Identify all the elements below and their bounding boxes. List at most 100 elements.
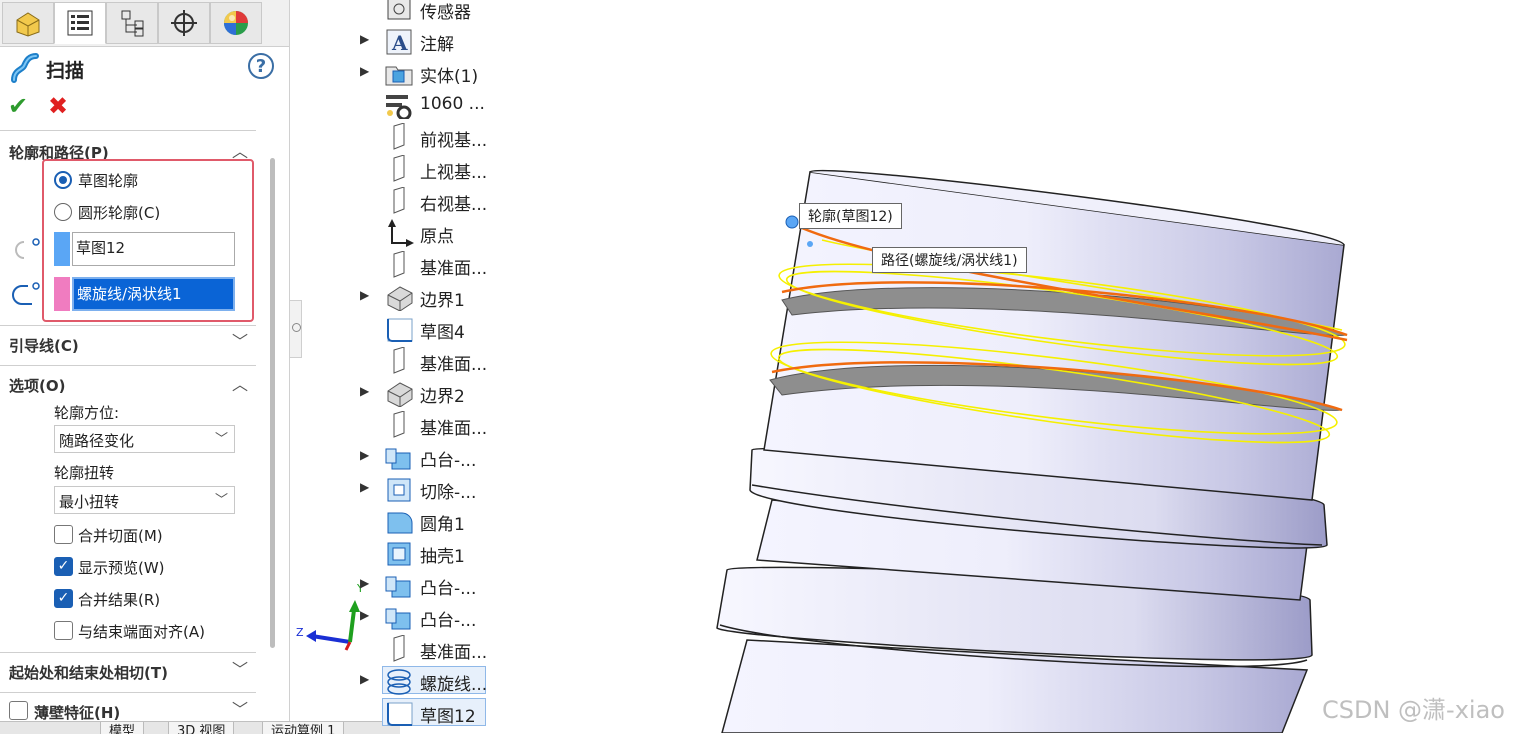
tree-item-label: 边界2 [420,387,465,407]
path-callout[interactable]: 路径(螺旋线/涡状线1) [872,247,1027,273]
expand-arrow-icon[interactable]: ▶ [360,608,369,622]
orientation-label: 轮廓方位: [54,404,120,422]
boss-extrude-icon [385,608,411,630]
twist-dropdown[interactable]: 最小扭转 ﹀ [54,486,235,514]
tree-item[interactable]: 基准面... [360,250,500,280]
tree-item[interactable]: 上视基... [360,154,500,184]
feature-manager-tab[interactable] [2,2,54,44]
plane-icon [393,635,405,662]
sketch-profile-radio[interactable] [54,171,72,189]
tree-item[interactable]: 抽壳1 [360,538,500,568]
tree-item-label: 凸台-... [420,451,477,471]
align-end-label: 与结束端面对齐(A) [78,623,205,641]
tree-item[interactable]: 1060 ... [360,90,500,120]
expand-arrow-icon[interactable]: ▶ [360,288,369,302]
tree-item[interactable]: 原点 [360,218,500,248]
orientation-dropdown[interactable]: 随路径变化 ﹀ [54,425,235,453]
tree-item[interactable]: ▶ 螺旋线... [360,666,500,696]
section-header-guide-curves[interactable]: 引导线(C) [9,335,79,356]
cut-extrude-icon [387,478,411,502]
axis-triad [306,600,360,651]
plane-icon [393,347,405,374]
expand-arrow-icon[interactable]: ▶ [360,480,369,494]
show-preview-checkbox[interactable]: ✓ [54,557,73,576]
tree-item-label: 基准面... [420,419,488,439]
expand-arrow-icon[interactable]: ▶ [360,448,369,462]
cancel-button[interactable]: ✖ [48,92,68,120]
chevron-down-icon[interactable]: ﹀ [232,696,248,720]
tree-item-label: 前视基... [420,131,488,151]
sketch-icon [387,318,413,342]
divider [0,652,256,653]
boundary-icon [387,286,413,311]
tab-model[interactable]: 模型 [100,722,145,734]
circular-profile-radio[interactable] [54,203,72,221]
solid-body-folder-icon [385,66,413,86]
chevron-down-icon[interactable]: ﹀ [232,328,248,352]
tab-3d-view[interactable]: 3D 视图 [168,722,235,734]
configuration-manager-tab[interactable] [106,2,158,44]
section-header-tangency[interactable]: 起始处和结束处相切(T) [9,662,168,683]
merge-tangent-checkbox[interactable] [54,525,73,544]
section-header-thin-feature[interactable]: 薄壁特征(H) [34,702,120,723]
tree-item-label: 原点 [420,227,454,247]
crosshair-icon [171,10,197,36]
expand-arrow-icon[interactable]: ▶ [360,32,369,46]
panel-scrollbar[interactable] [270,158,275,648]
tree-item[interactable]: ▶ 切除-... [360,474,500,504]
tree-item[interactable]: ▶ A 注解 [360,26,500,56]
triad-z-label: Z [296,626,304,639]
tree-item[interactable]: ▶ 凸台-... [360,570,500,600]
grip-icon [292,323,301,332]
property-list-icon [67,10,93,36]
expand-arrow-icon[interactable]: ▶ [360,672,369,686]
tree-item[interactable]: 右视基... [360,186,500,216]
configuration-icon [121,10,144,37]
chevron-up-icon[interactable]: ︿ [232,371,248,395]
path-selection-box[interactable]: 螺旋线/涡状线1 [72,277,235,311]
material-icon [386,95,412,119]
annotation-icon: A [386,29,412,55]
panel-collapse-handle[interactable] [289,300,302,358]
tree-item-label: 草图12 [420,707,476,727]
ok-button[interactable]: ✔ [8,92,28,120]
merge-result-checkbox[interactable]: ✓ [54,589,73,608]
tree-item[interactable]: 前视基... [360,122,500,152]
path-color-swatch [54,277,70,311]
help-button[interactable]: ? [248,53,274,79]
display-manager-tab[interactable] [210,2,262,44]
appearance-sphere-icon [224,11,248,35]
tree-item[interactable]: 基准面... [360,346,500,376]
align-end-checkbox[interactable] [54,621,73,640]
tree-item-label: 凸台-... [420,611,477,631]
tree-item[interactable]: 草图12 [360,698,500,728]
expand-arrow-icon[interactable]: ▶ [360,384,369,398]
fillet-icon [387,512,413,534]
divider [0,325,256,326]
tree-item[interactable]: ▶ 边界1 [360,282,500,312]
tree-item[interactable]: ▶ 边界2 [360,378,500,408]
chevron-down-icon[interactable]: ﹀ [232,656,248,680]
thin-feature-checkbox[interactable] [9,701,28,720]
tree-item[interactable]: ▶ 实体(1) [360,58,500,88]
tree-item[interactable]: 圆角1 [360,506,500,536]
dimxpert-tab[interactable] [158,2,210,44]
expand-arrow-icon[interactable]: ▶ [360,64,369,78]
tree-item[interactable]: 基准面... [360,634,500,664]
expand-arrow-icon[interactable]: ▶ [360,576,369,590]
tree-item[interactable]: ▶ 凸台-... [360,442,500,472]
section-header-options[interactable]: 选项(O) [9,375,65,396]
tree-item[interactable]: 草图4 [360,314,500,344]
watermark-text: CSDN @潇-xiao [1322,696,1505,724]
tree-item[interactable]: 传感器 [360,0,500,24]
helix-icon [387,669,411,695]
property-manager-tab[interactable] [54,2,106,44]
profile-callout[interactable]: 轮廓(草图12) [799,203,902,229]
tree-item-label: 实体(1) [420,67,479,87]
tree-item[interactable]: 基准面... [360,410,500,440]
twist-label: 轮廓扭转 [54,464,115,482]
manager-tab-bar [0,0,289,47]
profile-selection-box[interactable]: 草图12 [72,232,235,266]
plane-icon [393,187,405,214]
tree-item[interactable]: ▶ 凸台-... [360,602,500,632]
